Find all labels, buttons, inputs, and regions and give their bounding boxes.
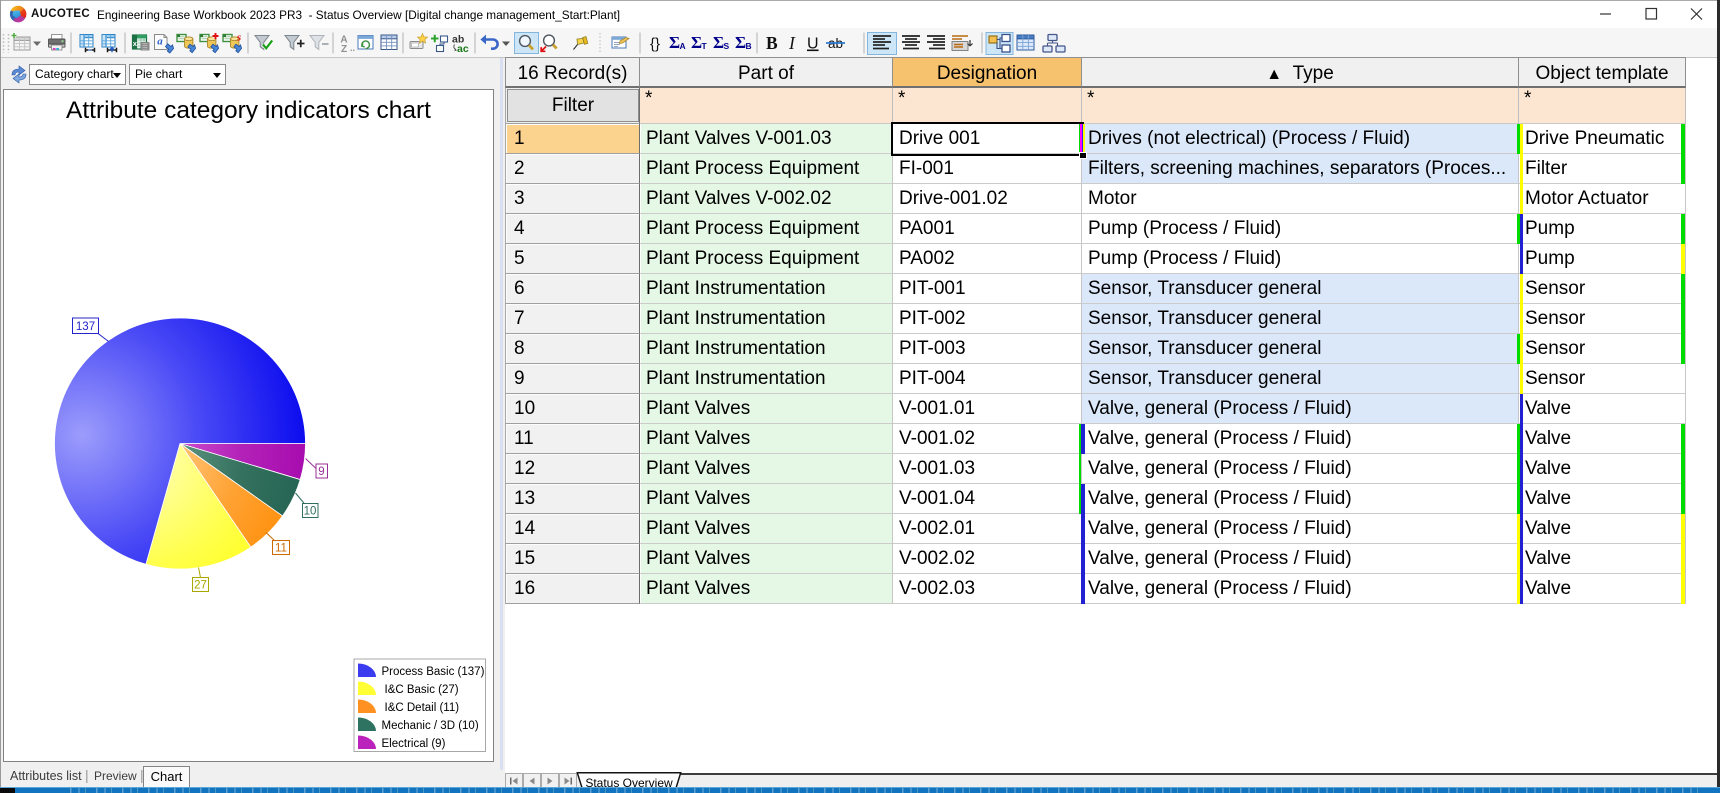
svg-text:Σ: Σ	[735, 33, 746, 52]
svg-text:Electrical (9): Electrical (9)	[382, 738, 446, 750]
svg-text:..: ..	[350, 43, 355, 53]
svg-text:Σ: Σ	[713, 33, 724, 52]
svg-text:U: U	[807, 36, 819, 53]
svg-text:B: B	[766, 33, 778, 53]
svg-text:Z: Z	[341, 44, 347, 55]
svg-text:Mechanic / 3D (10): Mechanic / 3D (10)	[382, 720, 479, 732]
svg-text:I&C Basic (27): I&C Basic (27)	[385, 684, 459, 696]
svg-text:I: I	[788, 33, 796, 53]
svg-text:ac: ac	[457, 43, 469, 55]
svg-text:Σ: Σ	[669, 33, 680, 52]
svg-text:s: s	[236, 32, 241, 44]
svg-text:11: 11	[275, 543, 287, 555]
svg-text:27: 27	[194, 580, 207, 592]
svg-text:T: T	[702, 41, 708, 51]
svg-text:137: 137	[76, 321, 95, 333]
svg-text:Process Basic (137): Process Basic (137)	[382, 666, 485, 678]
svg-text:Σ: Σ	[691, 33, 702, 52]
svg-text:10: 10	[304, 506, 317, 518]
svg-text:9: 9	[318, 466, 324, 478]
svg-text:a: a	[157, 36, 163, 48]
svg-text:{}: {}	[650, 36, 660, 53]
svg-text:I&C Detail (11): I&C Detail (11)	[385, 702, 460, 714]
svg-text:A: A	[680, 41, 686, 51]
svg-text:S: S	[724, 41, 730, 51]
svg-text:B: B	[746, 41, 752, 51]
